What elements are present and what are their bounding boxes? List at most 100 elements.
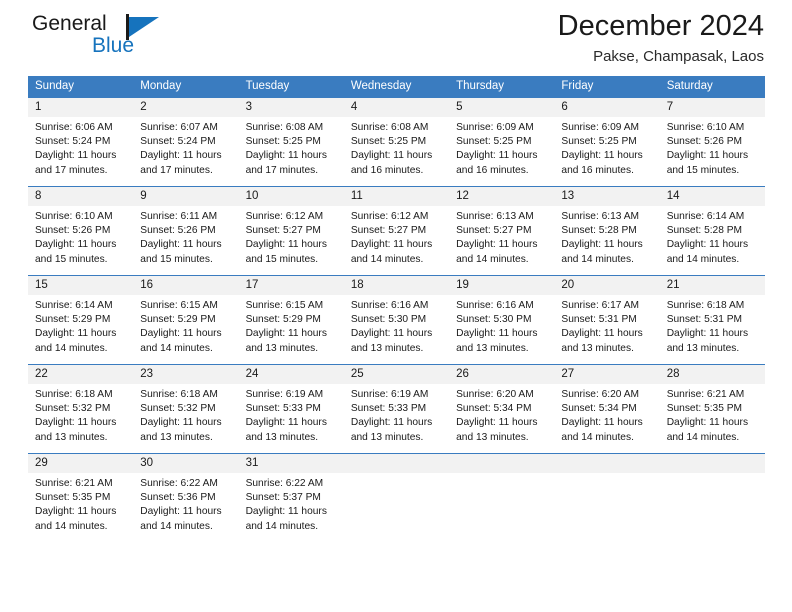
sunset-text: Sunset: 5:27 PM [350,225,427,237]
daylight-text-line1: Daylight: 11 hours [140,150,222,162]
sunset-text: Sunset: 5:25 PM [456,136,532,148]
calendar-day-cell[interactable]: 8 Sunrise: 6:10 AM Sunset: 5:26 PM Daylight… [28,187,134,275]
calendar-day-cell[interactable]: 19 Sunrise: 6:16 AM Sunset: 5:30 PM Dayligh… [449,276,555,364]
calendar-day-cell[interactable]: 24 Sunrise: 6:19 AM Sunset: 5:33 PM Dayligh… [238,365,344,453]
daylight-text-line1: Daylight: 11 hours [245,506,327,518]
sunset-text: Sunset: 5:26 PM [140,225,216,237]
calendar-day-cell[interactable]: 17 Sunrise: 6:15 AM Sunset: 5:29 PM Dayligh… [238,276,344,364]
calendar-day-cell-empty [554,454,660,538]
calendar-day-cell[interactable]: 14 Sunrise: 6:14 AM Sunset: 5:28 PM Dayligh… [659,187,765,275]
calendar-day-cell[interactable]: 12 Sunrise: 6:13 AM Sunset: 5:27 PM Dayligh… [449,187,555,275]
day-number [343,454,450,473]
day-number: 26 [449,365,555,384]
weekday-header-saturday: Saturday [666,80,713,92]
daylight-text-line2: and 14 minutes. [140,520,213,532]
day-number [659,454,765,473]
sunset-text: Sunset: 5:29 PM [245,314,321,326]
day-number: 5 [449,98,555,117]
day-details: Sunrise: 6:20 AM Sunset: 5:34 PM Daylight:… [449,384,554,445]
day-details: Sunrise: 6:19 AM Sunset: 5:33 PM Daylight:… [344,384,449,445]
day-details: Sunrise: 6:13 AM Sunset: 5:27 PM Daylight:… [449,206,554,267]
calendar-day-cell[interactable]: 27 Sunrise: 6:20 AM Sunset: 5:34 PM Dayligh… [554,365,660,453]
calendar-page: General Blue December 2024 Pakse, Champa… [0,0,792,612]
calendar-day-cell[interactable]: 26 Sunrise: 6:20 AM Sunset: 5:34 PM Dayligh… [449,365,555,453]
calendar-day-cell[interactable]: 3 Sunrise: 6:08 AM Sunset: 5:25 PM Daylight… [238,98,344,186]
calendar-week-row: 29 Sunrise: 6:21 AM Sunset: 5:35 PM Dayligh… [28,453,765,538]
sunset-text: Sunset: 5:28 PM [561,225,637,237]
daylight-text-line1: Daylight: 11 hours [561,150,643,162]
sunset-text: Sunset: 5:25 PM [245,136,321,148]
day-details: Sunrise: 6:18 AM Sunset: 5:31 PM Daylight:… [660,295,765,356]
day-details: Sunrise: 6:08 AM Sunset: 5:25 PM Daylight:… [344,117,449,178]
calendar-day-cell[interactable]: 4 Sunrise: 6:08 AM Sunset: 5:25 PM Daylight… [343,98,450,186]
calendar-day-cell[interactable]: 29 Sunrise: 6:21 AM Sunset: 5:35 PM Dayligh… [28,454,134,538]
calendar-day-cell[interactable]: 18 Sunrise: 6:16 AM Sunset: 5:30 PM Dayligh… [343,276,450,364]
daylight-text-line1: Daylight: 11 hours [561,239,643,251]
day-number: 17 [238,276,344,295]
daylight-text-line1: Daylight: 11 hours [350,328,433,340]
daylight-text-line2: and 13 minutes. [456,431,529,443]
calendar-day-cell[interactable]: 9 Sunrise: 6:11 AM Sunset: 5:26 PM Daylight… [133,187,239,275]
calendar-day-cell[interactable]: 20 Sunrise: 6:17 AM Sunset: 5:31 PM Dayligh… [554,276,660,364]
sunset-text: Sunset: 5:30 PM [350,314,427,326]
calendar-day-cell[interactable]: 30 Sunrise: 6:22 AM Sunset: 5:36 PM Dayligh… [133,454,239,538]
logo-text-general: General [32,12,107,35]
weekday-header-friday: Friday [561,80,594,92]
day-number: 4 [343,98,450,117]
calendar-day-cell[interactable]: 28 Sunrise: 6:21 AM Sunset: 5:35 PM Dayligh… [659,365,765,453]
calendar-week-row: 22 Sunrise: 6:18 AM Sunset: 5:32 PM Dayligh… [28,364,765,453]
daylight-text-line1: Daylight: 11 hours [456,239,538,251]
calendar-day-cell[interactable]: 2 Sunrise: 6:07 AM Sunset: 5:24 PM Daylight… [133,98,239,186]
daylight-text-line2: and 14 minutes. [561,253,634,265]
sunrise-text: Sunrise: 6:10 AM [666,122,745,133]
daylight-text-line2: and 14 minutes. [35,520,108,532]
daylight-text-line2: and 13 minutes. [245,431,319,443]
page-subtitle: Pakse, Champasak, Laos [593,48,764,65]
sunrise-text: Sunrise: 6:10 AM [35,211,113,222]
calendar-day-cell[interactable]: 11 Sunrise: 6:12 AM Sunset: 5:27 PM Dayligh… [343,187,450,275]
calendar-day-cell[interactable]: 31 Sunrise: 6:22 AM Sunset: 5:37 PM Dayligh… [238,454,344,538]
daylight-text-line2: and 14 minutes. [245,520,319,532]
daylight-text-line2: and 13 minutes. [140,431,213,443]
day-details: Sunrise: 6:09 AM Sunset: 5:25 PM Daylight:… [449,117,554,178]
day-details: Sunrise: 6:22 AM Sunset: 5:37 PM Daylight:… [239,473,344,534]
calendar-day-cell[interactable]: 21 Sunrise: 6:18 AM Sunset: 5:31 PM Dayligh… [659,276,765,364]
calendar-day-cell[interactable]: 23 Sunrise: 6:18 AM Sunset: 5:32 PM Dayligh… [133,365,239,453]
calendar-day-cell[interactable]: 13 Sunrise: 6:13 AM Sunset: 5:28 PM Dayligh… [554,187,660,275]
sunrise-text: Sunrise: 6:17 AM [561,300,639,311]
daylight-text-line1: Daylight: 11 hours [456,150,538,162]
sunrise-text: Sunrise: 6:18 AM [666,300,745,311]
calendar-week-row: 1 Sunrise: 6:06 AM Sunset: 5:24 PM Daylight… [28,97,765,186]
calendar-day-cell[interactable]: 16 Sunrise: 6:15 AM Sunset: 5:29 PM Dayligh… [133,276,239,364]
sunset-text: Sunset: 5:31 PM [561,314,637,326]
daylight-text-line1: Daylight: 11 hours [35,417,117,429]
calendar-day-cell[interactable]: 7 Sunrise: 6:10 AM Sunset: 5:26 PM Daylight… [659,98,765,186]
day-number: 28 [659,365,765,384]
daylight-text-line1: Daylight: 11 hours [456,328,538,340]
day-number: 3 [238,98,344,117]
day-number: 31 [238,454,344,473]
sunset-text: Sunset: 5:33 PM [350,403,427,415]
daylight-text-line1: Daylight: 11 hours [140,417,222,429]
calendar-day-cell[interactable]: 22 Sunrise: 6:18 AM Sunset: 5:32 PM Dayligh… [28,365,134,453]
daylight-text-line1: Daylight: 11 hours [350,417,433,429]
daylight-text-line1: Daylight: 11 hours [35,239,117,251]
day-number: 11 [343,187,450,206]
calendar-day-cell[interactable]: 25 Sunrise: 6:19 AM Sunset: 5:33 PM Dayligh… [343,365,450,453]
calendar-day-cell[interactable]: 6 Sunrise: 6:09 AM Sunset: 5:25 PM Daylight… [554,98,660,186]
sunrise-text: Sunrise: 6:13 AM [561,211,639,222]
day-details: Sunrise: 6:06 AM Sunset: 5:24 PM Daylight:… [28,117,133,178]
calendar-day-cell[interactable]: 15 Sunrise: 6:14 AM Sunset: 5:29 PM Dayligh… [28,276,134,364]
sunrise-text: Sunrise: 6:19 AM [350,389,429,400]
calendar-day-cell[interactable]: 10 Sunrise: 6:12 AM Sunset: 5:27 PM Dayligh… [238,187,344,275]
daylight-text-line1: Daylight: 11 hours [245,150,327,162]
day-number: 12 [449,187,555,206]
sunset-text: Sunset: 5:33 PM [245,403,321,415]
daylight-text-line2: and 17 minutes. [245,164,319,176]
day-details: Sunrise: 6:10 AM Sunset: 5:26 PM Daylight:… [28,206,133,267]
calendar-day-cell-empty [343,454,450,538]
calendar-day-cell[interactable]: 5 Sunrise: 6:09 AM Sunset: 5:25 PM Daylight… [449,98,555,186]
calendar-day-cell[interactable]: 1 Sunrise: 6:06 AM Sunset: 5:24 PM Daylight… [28,98,134,186]
day-details: Sunrise: 6:16 AM Sunset: 5:30 PM Daylight:… [344,295,449,356]
generalblue-logo[interactable]: General Blue [32,12,212,68]
